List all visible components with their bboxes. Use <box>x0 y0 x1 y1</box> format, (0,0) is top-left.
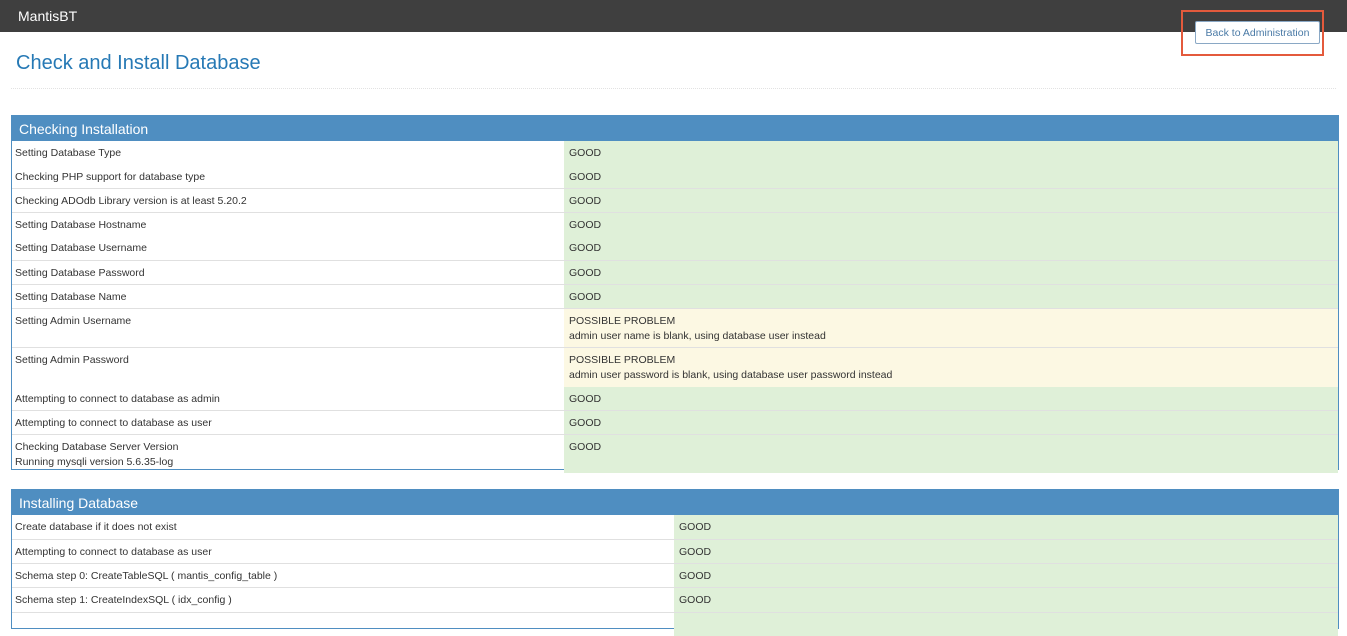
row-label: Setting Database Name <box>15 291 127 303</box>
status-cell: GOOD <box>674 564 1338 587</box>
row-label: Attempting to connect to database as use… <box>15 417 212 429</box>
table-row: Schema step 1: CreateIndexSQL ( idx_conf… <box>12 587 1338 612</box>
row-label: Checking Database Server Version Running… <box>12 435 564 473</box>
row-label: Create database if it does not exist <box>15 521 177 533</box>
status-text: POSSIBLE PROBLEM <box>569 315 676 327</box>
row-label: Setting Database Password <box>15 267 145 279</box>
table-row: Setting Database Username GOOD <box>12 236 1338 260</box>
status-cell: GOOD <box>564 189 1338 212</box>
status-text: POSSIBLE PROBLEM <box>569 354 676 366</box>
row-label: Setting Admin Username <box>15 315 132 327</box>
status-cell: GOOD <box>564 213 1338 236</box>
row-label: Schema step 0: CreateTableSQL ( mantis_c… <box>15 570 278 582</box>
row-label: Attempting to connect to database as use… <box>15 546 212 558</box>
table-row: Schema step 0: CreateTableSQL ( mantis_c… <box>12 563 1338 587</box>
row-label: Schema step 1: CreateIndexSQL ( idx_conf… <box>15 594 232 606</box>
table-row: Setting Database Type GOOD <box>12 141 1338 165</box>
row-label <box>12 613 674 636</box>
row-label: Setting Database Type <box>15 147 122 159</box>
status-cell: GOOD <box>564 411 1338 434</box>
status-cell: GOOD <box>564 261 1338 284</box>
table-row: Checking Database Server Version Running… <box>12 434 1338 473</box>
row-label: Attempting to connect to database as adm… <box>15 393 220 405</box>
panel-title: Checking Installation <box>12 116 1338 141</box>
table-row <box>12 612 1338 636</box>
row-label-text: Checking Database Server Version <box>15 441 179 453</box>
back-to-administration-button[interactable]: Back to Administration <box>1195 21 1320 44</box>
table-row: Attempting to connect to database as use… <box>12 539 1338 563</box>
row-label-detail: Running mysqli version 5.6.35-log <box>15 456 174 468</box>
status-detail: admin user name is blank, using database… <box>569 330 826 342</box>
table-row: Setting Database Hostname GOOD <box>12 212 1338 236</box>
table-row: Setting Admin Password POSSIBLE PROBLEM … <box>12 347 1338 387</box>
status-cell: POSSIBLE PROBLEM admin user password is … <box>564 348 1338 387</box>
table-row: Attempting to connect to database as adm… <box>12 387 1338 410</box>
row-label: Setting Database Hostname <box>15 219 147 231</box>
table-row: Attempting to connect to database as use… <box>12 410 1338 434</box>
checking-installation-panel: Checking Installation Setting Database T… <box>11 115 1339 473</box>
table-row: Setting Database Name GOOD <box>12 284 1338 308</box>
row-label: Setting Database Username <box>15 242 147 254</box>
status-cell <box>674 613 1338 636</box>
status-cell: GOOD <box>674 588 1338 612</box>
status-cell: GOOD <box>674 515 1338 539</box>
page-title: Check and Install Database <box>16 52 261 74</box>
status-cell: GOOD <box>564 165 1338 188</box>
status-cell: GOOD <box>564 285 1338 308</box>
table-row: Checking ADOdb Library version is at lea… <box>12 188 1338 212</box>
table-row: Setting Admin Username POSSIBLE PROBLEM … <box>12 308 1338 347</box>
page-header: Check and Install Database <box>11 32 1336 89</box>
navbar: MantisBT <box>0 0 1347 32</box>
row-label: Setting Admin Password <box>15 354 129 366</box>
status-cell: GOOD <box>564 435 1338 473</box>
panel-title: Installing Database <box>12 490 1338 515</box>
row-label: Checking ADOdb Library version is at lea… <box>15 195 247 207</box>
status-cell: GOOD <box>564 387 1338 410</box>
brand-logo[interactable]: MantisBT <box>18 8 77 24</box>
status-detail: admin user password is blank, using data… <box>569 369 893 381</box>
table-row: Checking PHP support for database type G… <box>12 165 1338 188</box>
status-cell: GOOD <box>564 236 1338 260</box>
installing-database-panel: Installing Database Create database if i… <box>11 489 1339 636</box>
table-row: Setting Database Password GOOD <box>12 260 1338 284</box>
table-row: Create database if it does not exist GOO… <box>12 515 1338 539</box>
status-cell: GOOD <box>674 540 1338 563</box>
status-cell: GOOD <box>564 141 1338 165</box>
status-cell: POSSIBLE PROBLEM admin user name is blan… <box>564 309 1338 347</box>
row-label: Checking PHP support for database type <box>15 171 206 183</box>
